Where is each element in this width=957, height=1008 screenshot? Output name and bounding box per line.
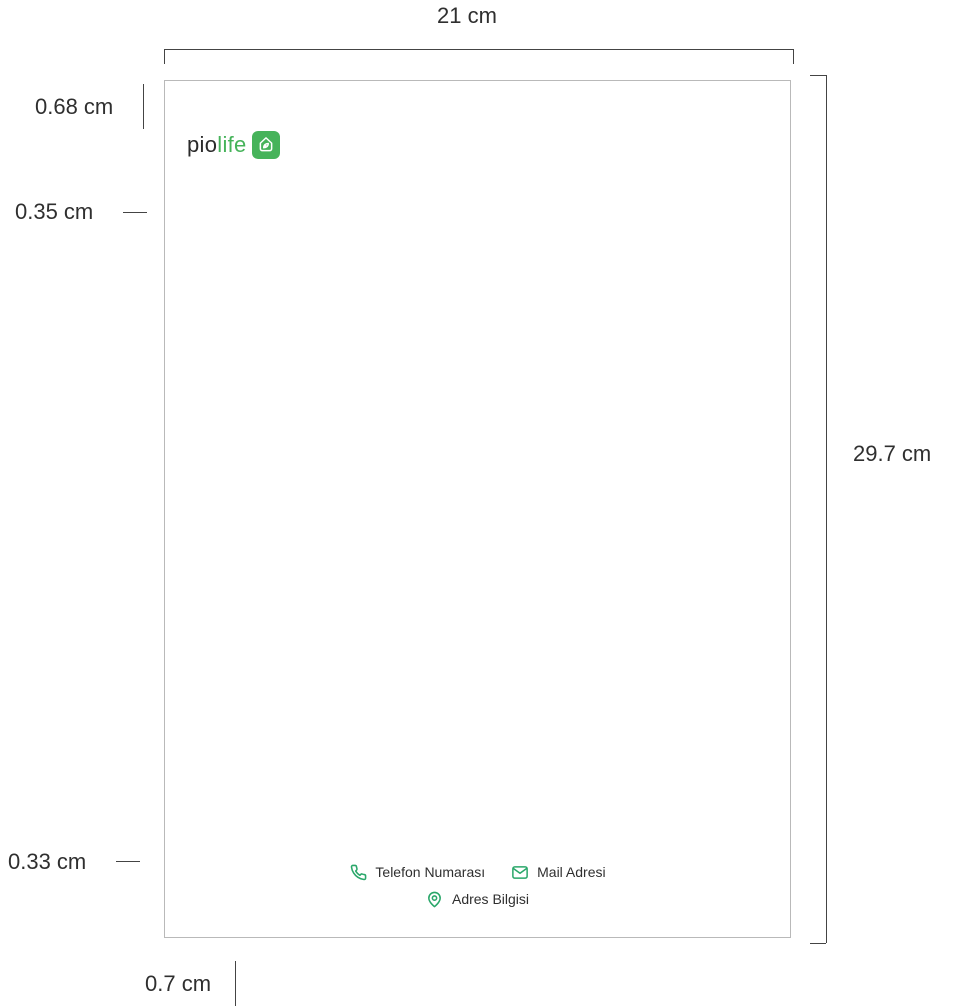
contact-row-secondary: Adres Bilgisi: [165, 888, 790, 910]
address-text: Adres Bilgisi: [451, 891, 530, 907]
letterhead-page: piolife Telefon Numarası Mail Adresi Adr…: [164, 80, 791, 938]
logo-suffix: life: [217, 132, 247, 157]
contact-address: Adres Bilgisi: [426, 890, 529, 908]
mail-text: Mail Adresi: [537, 864, 606, 880]
contact-mail: Mail Adresi: [511, 863, 606, 881]
mail-icon: [511, 863, 529, 881]
contact-row-primary: Telefon Numarası Mail Adresi: [165, 861, 790, 883]
contact-footer: Telefon Numarası Mail Adresi Adres Bilgi…: [165, 861, 790, 910]
location-pin-icon: [426, 890, 444, 908]
top-margin-label: 0.68 cm: [35, 94, 114, 119]
phone-icon: [349, 863, 367, 881]
leaf-icon: [251, 131, 280, 159]
contact-phone: Telefon Numarası: [349, 863, 485, 881]
footer-spacing-marker: [116, 861, 140, 862]
phone-text: Telefon Numarası: [375, 864, 486, 880]
logo-wordmark: piolife: [187, 134, 247, 156]
page-width-label: 21 cm: [437, 3, 497, 28]
logo-spacing-marker: [123, 212, 147, 213]
bottom-margin-label: 0.7 cm: [145, 971, 212, 996]
logo-prefix: pio: [187, 132, 218, 157]
bottom-margin-marker: [235, 961, 236, 1006]
footer-spacing-label: 0.33 cm: [8, 849, 87, 874]
brand-logo: piolife: [187, 131, 280, 159]
logo-spacing-label: 0.35 cm: [15, 199, 94, 224]
top-margin-marker: [143, 84, 144, 129]
page-height-label: 29.7 cm: [853, 441, 932, 466]
